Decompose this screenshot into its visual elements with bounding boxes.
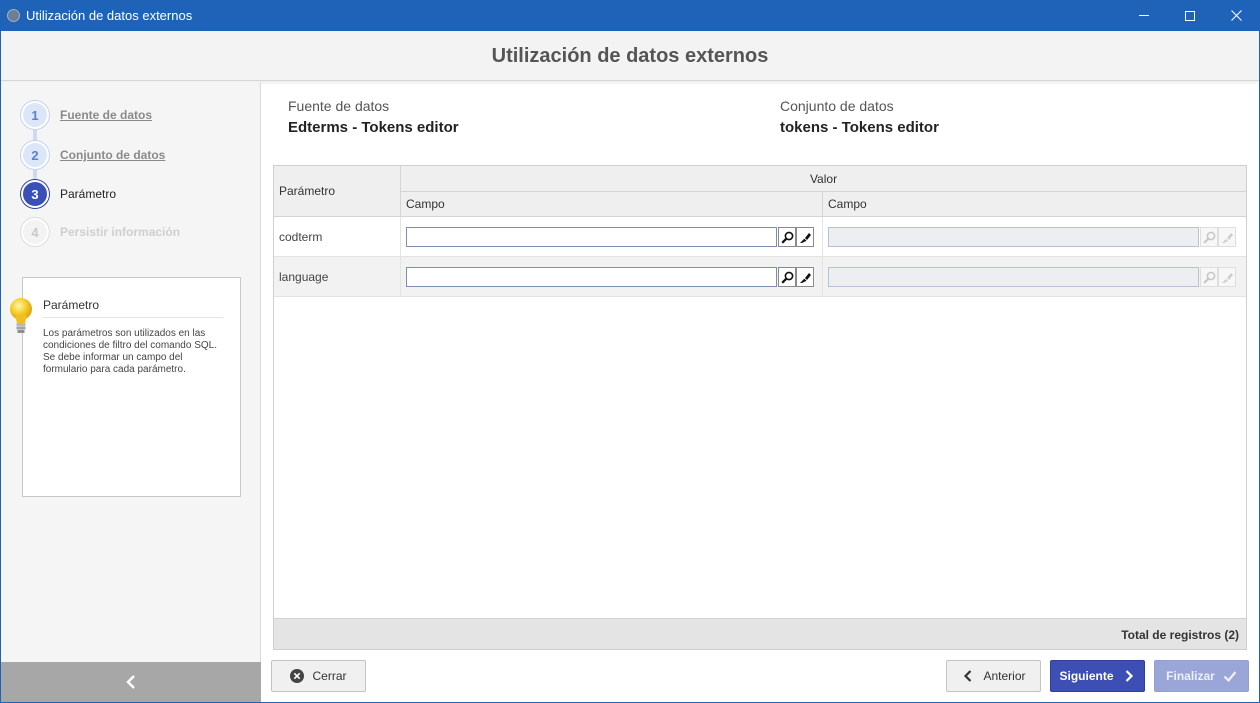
close-window-button[interactable] <box>1213 0 1259 31</box>
clear-field-button-disabled <box>1218 227 1236 247</box>
clear-field-button[interactable] <box>796 227 814 247</box>
search-icon <box>780 231 793 244</box>
value-cell <box>823 217 1246 257</box>
siguiente-label: Siguiente <box>1059 669 1114 683</box>
grid-footer: Total de registros (2) <box>274 618 1246 649</box>
table-row[interactable]: language <box>274 257 1246 297</box>
step-number: 3 <box>21 180 49 208</box>
clear-field-button-disabled <box>1218 267 1236 287</box>
search-icon <box>780 271 793 284</box>
search-field-button[interactable] <box>778 267 796 287</box>
siguiente-button[interactable]: Siguiente <box>1050 660 1145 692</box>
minimize-button[interactable] <box>1121 0 1167 31</box>
app-icon <box>7 9 20 22</box>
step-label: Persistir información <box>60 225 181 239</box>
eraser-icon <box>1221 232 1233 243</box>
search-icon <box>1202 271 1215 284</box>
value-cell <box>401 217 823 257</box>
cerrar-label: Cerrar <box>312 669 347 683</box>
eraser-icon <box>799 272 811 283</box>
chevron-left-icon <box>964 670 972 682</box>
page-title: Utilización de datos externos <box>491 45 769 67</box>
column-header-campo[interactable]: Campo <box>823 192 1246 217</box>
eraser-icon <box>1221 272 1233 283</box>
cerrar-button[interactable]: Cerrar <box>271 660 366 692</box>
close-circle-icon <box>290 669 305 683</box>
search-field-button[interactable] <box>778 227 796 247</box>
step-fuente-de-datos[interactable]: 1 Fuente de datos <box>21 101 152 129</box>
close-icon <box>1230 10 1242 21</box>
help-title: Parámetro <box>43 298 100 312</box>
help-text: Los parámetros son utilizados en las con… <box>43 328 217 375</box>
anterior-button[interactable]: Anterior <box>946 660 1041 692</box>
window-title: Utilización de datos externos <box>26 8 193 23</box>
parameter-name: codterm <box>274 217 401 257</box>
parameter-name: language <box>274 257 401 297</box>
campo-input[interactable] <box>406 267 777 287</box>
maximize-icon <box>1185 10 1195 21</box>
total-records: Total de registros (2) <box>1121 628 1239 642</box>
maximize-button[interactable] <box>1167 0 1213 31</box>
dataset-label: Conjunto de datos <box>780 98 894 114</box>
grid-header: Parámetro Valor Campo Campo <box>274 166 1246 217</box>
chevron-right-icon <box>1125 670 1133 682</box>
step-parametro: 3 Parámetro <box>21 180 116 208</box>
step-conjunto-de-datos[interactable]: 2 Conjunto de datos <box>21 141 165 169</box>
step-number: 2 <box>21 141 49 169</box>
eraser-icon <box>799 232 811 243</box>
column-header-parametro[interactable]: Parámetro <box>274 166 401 217</box>
step-label[interactable]: Conjunto de datos <box>60 148 165 162</box>
step-persistir-informacion: 4 Persistir información <box>21 218 180 246</box>
clear-field-button[interactable] <box>796 267 814 287</box>
chevron-left-icon <box>126 675 135 689</box>
search-icon <box>1202 231 1215 244</box>
step-label: Parámetro <box>60 187 117 201</box>
lightbulb-icon <box>10 298 32 333</box>
finalizar-button[interactable]: Finalizar <box>1154 660 1249 692</box>
search-field-button-disabled <box>1200 267 1218 287</box>
page-header: Utilización de datos externos <box>1 31 1259 81</box>
parameters-grid: Parámetro Valor Campo Campo codterm lang <box>273 165 1247 650</box>
campo-input-disabled <box>828 227 1199 247</box>
step-number: 1 <box>21 101 49 129</box>
finalizar-label: Finalizar <box>1166 669 1215 683</box>
help-panel: Parámetro Los parámetros son utilizados … <box>22 277 241 497</box>
window-titlebar: Utilización de datos externos <box>0 0 1260 31</box>
anterior-label: Anterior <box>983 669 1026 683</box>
checkmark-icon <box>1223 671 1237 683</box>
source-label: Fuente de datos <box>288 98 390 114</box>
step-number: 4 <box>21 218 49 246</box>
value-cell <box>823 257 1246 297</box>
source-value: Edterms - Tokens editor <box>288 119 459 136</box>
dataset-value: tokens - Tokens editor <box>780 119 939 136</box>
help-divider <box>43 317 223 318</box>
value-cell <box>401 257 823 297</box>
column-header-campo[interactable]: Campo <box>401 192 823 217</box>
campo-input[interactable] <box>406 227 777 247</box>
table-row[interactable]: codterm <box>274 217 1246 257</box>
step-label[interactable]: Fuente de datos <box>60 108 152 122</box>
sidebar-collapse-button[interactable] <box>1 662 261 702</box>
column-header-valor: Valor <box>401 166 1246 192</box>
minimize-icon <box>1139 15 1149 16</box>
campo-input-disabled <box>828 267 1199 287</box>
search-field-button-disabled <box>1200 227 1218 247</box>
